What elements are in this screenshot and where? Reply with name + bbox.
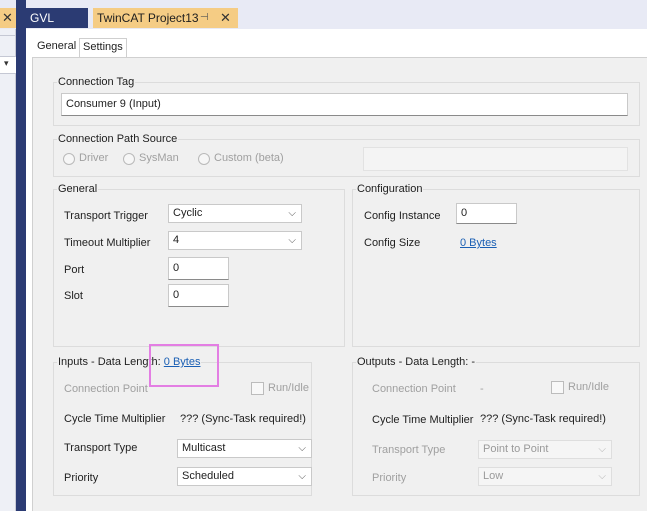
transport-type-select[interactable]: Multicast ⌵ bbox=[177, 439, 312, 458]
tab-label: TwinCAT Project13 bbox=[97, 11, 199, 25]
close-icon[interactable]: ✕ bbox=[220, 8, 231, 28]
transport-type-label: Transport Type bbox=[64, 442, 138, 454]
cycle-time-multiplier-label: Cycle Time Multiplier bbox=[372, 414, 474, 426]
radio-label: SysMan bbox=[139, 152, 179, 164]
highlight-box bbox=[149, 344, 219, 387]
radio-label: Driver bbox=[79, 152, 109, 164]
inputs-legend: Inputs - Data Length: bbox=[58, 356, 164, 368]
chevron-down-icon: ⌵ bbox=[598, 471, 606, 482]
priority-select[interactable]: Scheduled ⌵ bbox=[177, 467, 312, 486]
select-value: Scheduled bbox=[182, 470, 234, 482]
radio-driver[interactable] bbox=[63, 153, 75, 165]
select-value: Point to Point bbox=[483, 443, 549, 455]
slot-label: Slot bbox=[64, 290, 83, 302]
tab-settings[interactable]: Settings bbox=[79, 38, 127, 57]
transport-type-select[interactable]: Point to Point ⌵ bbox=[478, 440, 612, 459]
tab-general[interactable]: General bbox=[34, 38, 79, 57]
group-legend: General bbox=[57, 183, 99, 195]
cycle-time-multiplier-value: ??? (Sync-Task required!) bbox=[480, 413, 606, 425]
left-panel-divider bbox=[0, 35, 16, 36]
config-instance-input[interactable]: 0 bbox=[456, 203, 517, 224]
pin-icon[interactable]: ⊣ bbox=[200, 8, 209, 28]
priority-label: Priority bbox=[372, 472, 407, 484]
left-panel bbox=[0, 29, 16, 511]
chevron-down-icon: ▾ bbox=[4, 58, 9, 68]
timeout-multiplier-label: Timeout Multiplier bbox=[64, 237, 151, 249]
select-value: Multicast bbox=[182, 442, 226, 454]
priority-select[interactable]: Low ⌵ bbox=[478, 467, 612, 486]
connection-point-label: Connection Point bbox=[372, 383, 456, 395]
radio-label: Custom (beta) bbox=[214, 152, 284, 164]
chevron-down-icon: ⌵ bbox=[298, 471, 306, 482]
group-legend: Configuration bbox=[356, 183, 424, 195]
run-idle-label: Run/Idle bbox=[268, 382, 309, 394]
select-value: Cyclic bbox=[173, 207, 203, 219]
close-icon[interactable]: ✕ bbox=[2, 10, 13, 26]
connection-tag-input[interactable]: Consumer 9 (Input) bbox=[61, 93, 628, 116]
config-size-label: Config Size bbox=[364, 237, 421, 249]
connection-point-value: - bbox=[480, 383, 484, 395]
group-legend: Outputs - Data Length: - bbox=[356, 356, 477, 368]
priority-label: Priority bbox=[64, 472, 99, 484]
left-panel-dropdown[interactable]: ▾ bbox=[0, 56, 16, 74]
run-idle-checkbox[interactable] bbox=[551, 381, 564, 394]
cycle-time-multiplier-label: Cycle Time Multiplier bbox=[64, 413, 166, 425]
custom-path-input[interactable] bbox=[363, 147, 628, 171]
panel-splitter[interactable] bbox=[16, 0, 26, 511]
tab-twincat-project[interactable]: TwinCAT Project13 ⊣ ✕ bbox=[93, 8, 238, 28]
cycle-time-multiplier-value: ??? (Sync-Task required!) bbox=[180, 413, 306, 425]
radio-custom[interactable] bbox=[198, 153, 210, 165]
transport-type-label: Transport Type bbox=[372, 444, 446, 456]
timeout-multiplier-select[interactable]: 4 ⌵ bbox=[168, 231, 302, 250]
transport-trigger-select[interactable]: Cyclic ⌵ bbox=[168, 204, 302, 223]
left-panel-tab[interactable]: ✕ bbox=[0, 8, 16, 28]
slot-input[interactable]: 0 bbox=[168, 284, 229, 307]
chevron-down-icon: ⌵ bbox=[288, 235, 296, 246]
select-value: Low bbox=[483, 470, 504, 482]
run-idle-label: Run/Idle bbox=[568, 381, 609, 393]
group-legend: Connection Tag bbox=[57, 76, 136, 88]
run-idle-checkbox[interactable] bbox=[251, 382, 264, 395]
port-label: Port bbox=[64, 264, 85, 276]
config-size-link[interactable]: 0 Bytes bbox=[460, 237, 497, 249]
tab-gvl[interactable]: GVL bbox=[26, 8, 88, 28]
group-legend: Connection Path Source bbox=[57, 133, 179, 145]
chevron-down-icon: ⌵ bbox=[298, 443, 306, 454]
select-value: 4 bbox=[173, 234, 180, 246]
radio-sysman[interactable] bbox=[123, 153, 135, 165]
transport-trigger-label: Transport Trigger bbox=[64, 210, 148, 222]
config-instance-label: Config Instance bbox=[364, 210, 441, 222]
chevron-down-icon: ⌵ bbox=[288, 208, 296, 219]
port-input[interactable]: 0 bbox=[168, 257, 229, 280]
chevron-down-icon: ⌵ bbox=[598, 444, 606, 455]
connection-point-label: Connection Point bbox=[64, 383, 148, 395]
